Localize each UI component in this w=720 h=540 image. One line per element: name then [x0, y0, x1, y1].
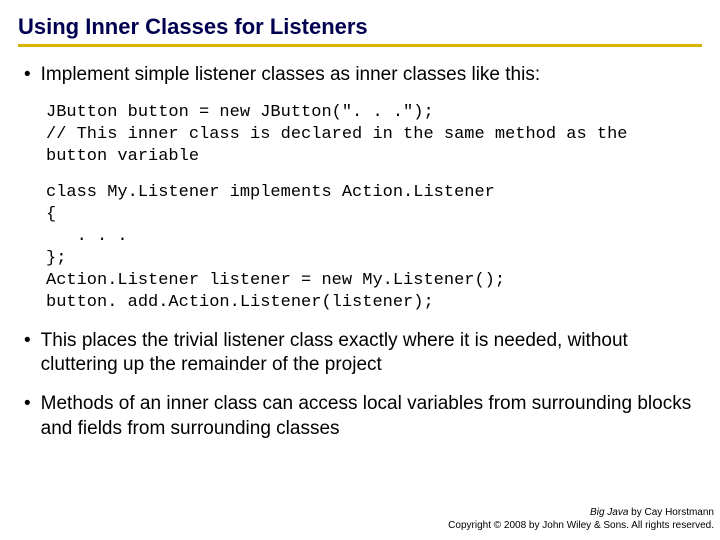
footer-copyright: Copyright © 2008 by John Wiley & Sons. A…: [448, 519, 714, 532]
bullet-text: This places the trivial listener class e…: [41, 329, 702, 378]
footer-line-1: Big Java by Cay Horstmann: [448, 506, 714, 519]
footer: Big Java by Cay Horstmann Copyright © 20…: [448, 506, 714, 532]
slide-title: Using Inner Classes for Listeners: [18, 14, 702, 47]
bullet-item: • This places the trivial listener class…: [18, 329, 702, 378]
bullet-text: Implement simple listener classes as inn…: [41, 63, 702, 88]
bullet-dot: •: [24, 63, 31, 88]
bullet-item: • Methods of an inner class can access l…: [18, 392, 702, 441]
bullet-dot: •: [24, 392, 31, 417]
bullet-dot: •: [24, 329, 31, 354]
code-block-1: JButton button = new JButton(". . ."); /…: [46, 102, 702, 168]
code-block-2: class My.Listener implements Action.List…: [46, 182, 702, 315]
bullet-text: Methods of an inner class can access loc…: [41, 392, 702, 441]
book-title: Big Java: [590, 507, 628, 518]
bullet-item: • Implement simple listener classes as i…: [18, 63, 702, 88]
slide: Using Inner Classes for Listeners • Impl…: [0, 0, 720, 441]
author: by Cay Horstmann: [628, 507, 714, 518]
